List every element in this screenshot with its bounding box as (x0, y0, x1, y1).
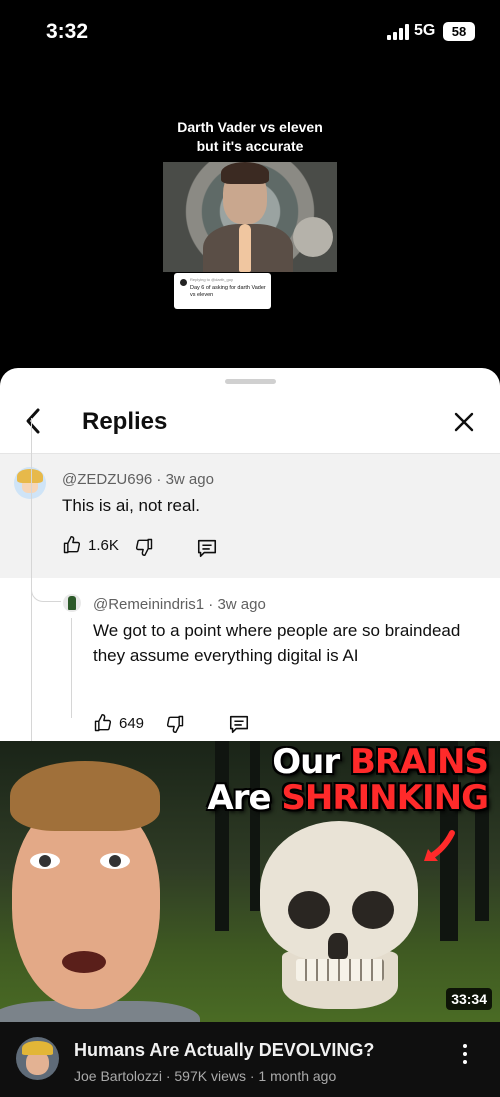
like-count: 649 (119, 714, 145, 732)
avatar[interactable] (63, 594, 81, 612)
back-arrow-icon[interactable] (22, 406, 46, 436)
reply-meta: @Remeinindris1 · 3w ago (93, 596, 266, 613)
reply-icon[interactable] (228, 713, 250, 735)
drag-handle[interactable] (225, 379, 276, 384)
network-label: 5G (414, 22, 436, 39)
like-button[interactable]: 649 (93, 713, 144, 733)
like-button[interactable]: 1.6K (62, 535, 119, 555)
comment-meta: @ZEDZU696 · 3w ago (62, 471, 214, 488)
reply-icon[interactable] (196, 537, 218, 559)
sticker-text: Day 6 of asking for darth Vader vs eleve… (190, 285, 266, 298)
video-info-row[interactable]: Humans Are Actually DEVOLVING? Joe Barto… (0, 1022, 500, 1097)
reply-thread-line (71, 618, 72, 718)
headline-word-our: Our (272, 742, 340, 782)
sticker-header: Replying to @darth_guy (190, 277, 233, 282)
close-icon[interactable] (452, 410, 476, 434)
thumbs-down-icon[interactable] (165, 714, 185, 734)
duration-badge: 33:34 (446, 988, 492, 1010)
signal-icon (387, 24, 411, 40)
video-title[interactable]: Humans Are Actually DEVOLVING? (74, 1040, 374, 1061)
replies-sheet: Replies @ZEDZU696 · 3w ago This is ai, n… (0, 368, 500, 742)
reply-age: 3w ago (217, 596, 266, 613)
video-thumbnail[interactable]: Our BRAINS Are SHRINKING 33:34 (0, 741, 500, 1022)
video-caption: Darth Vader vs eleven but it's accurate (0, 118, 500, 156)
like-count: 1.6K (88, 536, 119, 554)
battery-icon: 58 (443, 22, 475, 41)
comment-age: 3w ago (165, 471, 214, 488)
channel-avatar[interactable] (16, 1037, 59, 1080)
video-player[interactable]: Darth Vader vs eleven but it's accurate … (0, 64, 500, 374)
video-caption-line1: Darth Vader vs eleven (177, 119, 323, 135)
thumbnail-person (0, 761, 200, 1022)
thumbs-down-icon[interactable] (134, 537, 154, 557)
reply-sticker: Replying to @darth_guy Day 6 of asking f… (174, 273, 271, 309)
thumbnail-headline-line1: Our BRAINS (272, 742, 489, 782)
reply-text: We got to a point where people are so br… (93, 621, 461, 665)
reply-author[interactable]: @Remeinindris1 (93, 596, 204, 613)
headline-word-brains: BRAINS (349, 742, 489, 782)
video-caption-line2: but it's accurate (196, 138, 304, 154)
more-options-icon[interactable] (458, 1042, 472, 1066)
status-bar: 3:32 5G 58 (0, 0, 500, 64)
skull-image (260, 821, 420, 1011)
headline-word-are: Are (207, 778, 271, 818)
avatar[interactable] (14, 467, 46, 499)
parent-comment: @ZEDZU696 · 3w ago This is ai, not real.… (0, 454, 500, 578)
video-frame (163, 162, 337, 272)
sticker-avatar (180, 279, 187, 286)
headline-word-shrinking: SHRINKING (281, 778, 489, 818)
sheet-title: Replies (82, 408, 168, 435)
status-time: 3:32 (46, 20, 89, 43)
arrow-icon (424, 830, 455, 861)
comment-author[interactable]: @ZEDZU696 (62, 471, 152, 488)
comment-text: This is ai, not real. (62, 496, 200, 515)
thumbnail-headline-line2: Are SHRINKING (207, 778, 489, 818)
thumbs-up-icon (63, 535, 81, 554)
video-meta: Joe Bartolozzi · 597K views · 1 month ag… (74, 1068, 337, 1084)
thread-connector (31, 566, 61, 602)
thumbs-up-icon (94, 713, 112, 732)
